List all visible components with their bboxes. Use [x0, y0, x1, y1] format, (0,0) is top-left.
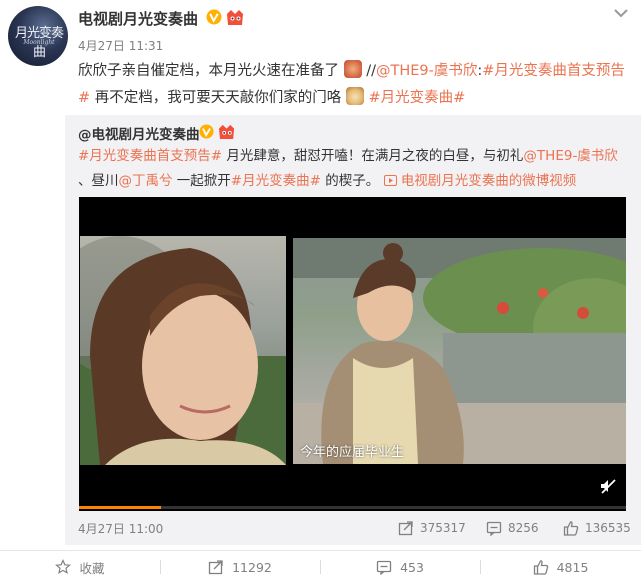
thumbs-up-icon — [533, 560, 548, 575]
video-player[interactable]: 今年的应届毕业生 — [79, 197, 626, 511]
post-text-segment: 再不定档，我可要天天敲你们家的门咯 — [90, 90, 342, 106]
mention-link[interactable]: @THE9-虞书欣 — [523, 148, 617, 164]
vip-badge-icon — [227, 10, 243, 25]
repost-comment-value: 8256 — [508, 521, 539, 535]
repost-count: 11292 — [232, 559, 272, 575]
repost-button[interactable]: 11292 — [160, 551, 320, 582]
like-count: 4815 — [556, 559, 589, 575]
verified-icon — [206, 9, 222, 25]
video-progress-fill — [79, 506, 162, 509]
vip-badge-icon — [219, 124, 235, 140]
repost-like-count[interactable]: 136535 — [563, 520, 631, 536]
video-link[interactable]: 电视剧月光变奏曲的微博视频 — [383, 173, 577, 189]
video-progress-track[interactable] — [79, 506, 626, 509]
post-text-segment: 欣欣子亲自催定档，本月光火速在准备了 — [78, 63, 339, 79]
comment-icon — [376, 560, 392, 575]
weibo-post: 月光变奏曲 Moonlight 电视剧月光变奏曲 4月27日 11:31 欣欣子… — [0, 0, 641, 582]
repost-like-value: 136535 — [585, 521, 631, 535]
video-frame-wide — [293, 238, 626, 464]
repost-share-count[interactable]: 375317 — [398, 520, 466, 536]
share-icon — [208, 560, 223, 575]
star-icon — [55, 559, 72, 575]
avatar-logo-subtext: Moonlight — [23, 39, 55, 46]
verified-icon — [199, 124, 214, 139]
video-still-left — [80, 236, 286, 465]
mention-link[interactable]: @丁禹兮 — [119, 173, 173, 189]
hashtag-link[interactable]: #月光变奏曲# — [231, 173, 321, 189]
comment-count: 453 — [400, 559, 424, 575]
share-icon — [398, 521, 413, 536]
repost-text-segment: 月光肆意，甜怼开嗑！在满月之夜的白昼，与初礼 — [222, 148, 524, 164]
thumbs-up-icon — [563, 521, 579, 536]
video-subtitle: 今年的应届毕业生 — [300, 445, 405, 460]
mute-icon[interactable] — [599, 477, 617, 495]
like-button[interactable]: 4815 — [480, 551, 641, 582]
repost-text: #月光变奏曲首支预告# 月光肆意，甜怼开嗑！在满月之夜的白昼，与初礼@THE9-… — [78, 144, 633, 194]
pig-emoji-icon — [343, 60, 362, 78]
reposted-weibo: @电视剧月光变奏曲 #月光变奏曲首支预告# 月光肆意，甜怼开嗑！在满月之夜的白昼… — [65, 115, 641, 545]
repost-text-segment: 、昼川 — [78, 173, 119, 189]
comment-icon — [486, 521, 502, 536]
avatar[interactable]: 月光变奏曲 Moonlight — [8, 6, 68, 66]
post-text-segment: // — [366, 63, 376, 79]
comment-button[interactable]: 453 — [320, 551, 480, 582]
mention-link[interactable]: @THE9-虞书欣 — [376, 63, 477, 79]
video-icon — [383, 175, 397, 186]
cat-emoji-icon — [345, 87, 364, 105]
favorite-label: 收藏 — [79, 560, 105, 576]
account-name[interactable]: 电视剧月光变奏曲 — [78, 8, 198, 29]
post-time[interactable]: 4月27日 11:31 — [78, 37, 163, 54]
video-still-right — [293, 238, 626, 464]
action-bar: 收藏 11292 453 4815 — [0, 550, 641, 582]
repost-time[interactable]: 4月27日 11:00 — [78, 520, 163, 537]
repost-comment-count[interactable]: 8256 — [486, 520, 539, 536]
video-link-label: 电视剧月光变奏曲的微博视频 — [400, 173, 577, 189]
hashtag-link[interactable]: #月光变奏曲首支预告# — [78, 148, 222, 164]
video-frame-closeup — [80, 236, 286, 465]
favorite-button[interactable]: 收藏 — [0, 551, 160, 582]
post-text: 欣欣子亲自催定档，本月光火速在准备了 //@THE9-虞书欣:#月光变奏曲首支预… — [78, 58, 630, 112]
repost-text-segment: 的楔子。 — [320, 173, 380, 189]
repost-text-segment: 一起掀开 — [172, 173, 231, 189]
hashtag-link[interactable]: #月光变奏曲# — [368, 90, 465, 106]
repost-author[interactable]: @电视剧月光变奏曲 — [78, 123, 200, 143]
repost-share-value: 375317 — [420, 521, 466, 535]
chevron-down-icon[interactable] — [612, 6, 630, 20]
repost-footer: 4月27日 11:00 375317 8256 136535 — [78, 520, 633, 540]
